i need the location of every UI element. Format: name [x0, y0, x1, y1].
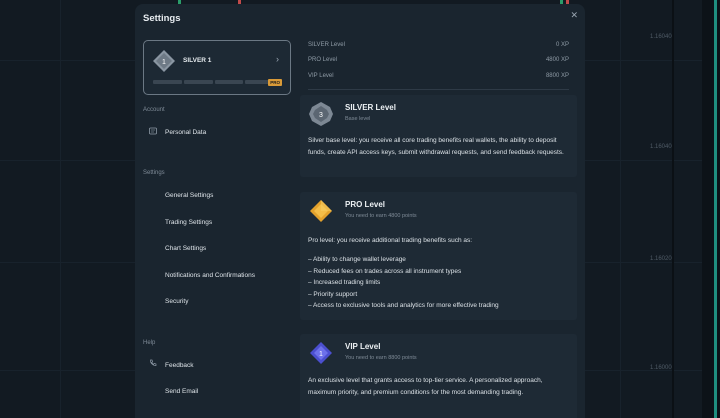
list-item: – Reduced fees on trades across all inst…	[308, 267, 462, 275]
sidebar-item-trading-settings[interactable]: Trading Settings	[165, 219, 212, 226]
sidebar-item-notifications[interactable]: Notifications and Confirmations	[165, 272, 255, 279]
settings-sidebar: 1 SILVER 1 › PRO Account Personal Data S…	[135, 32, 297, 418]
level-card-name: SILVER 1	[183, 57, 212, 64]
levels-content: SILVER Level 0 XP PRO Level 4800 XP VIP …	[300, 32, 577, 418]
xp-level-value: 4800 XP	[545, 57, 569, 63]
progress-segment	[153, 80, 182, 84]
grid-line	[60, 0, 61, 418]
grid-line	[620, 0, 621, 418]
progress-segment	[183, 80, 213, 84]
price-tick: 1.16020	[650, 256, 672, 262]
level-card-badge-number: 1	[162, 59, 166, 66]
vip-level-subtitle: You need to earn 8800 points	[345, 355, 417, 361]
section-label-help: Help	[143, 340, 156, 346]
xp-row: PRO Level 4800 XP	[308, 57, 569, 63]
sidebar-item-general-settings[interactable]: General Settings	[165, 192, 213, 199]
xp-level-name: VIP Level	[308, 73, 334, 79]
pro-level-icon	[308, 198, 334, 224]
list-item: – Ability to change wallet leverage	[308, 256, 406, 263]
xp-row: SILVER Level 0 XP	[308, 42, 569, 48]
price-tick: 1.16040	[650, 34, 672, 40]
xp-level-value: 8800 XP	[545, 73, 569, 79]
level-progress-bar	[153, 80, 274, 84]
silver-level-subtitle: Base level	[345, 116, 371, 122]
list-item: – Access to exclusive tools and analytic…	[308, 302, 499, 309]
id-card-icon	[149, 127, 157, 137]
vip-level-title: VIP Level	[345, 342, 381, 351]
silver-level-badge-icon: 1	[153, 50, 175, 72]
xp-level-name: SILVER Level	[308, 42, 345, 48]
vip-level-badge-number: 1	[319, 351, 323, 358]
silver-level-badge-number: 3	[319, 112, 323, 119]
silver-level-description: Silver base level: you receive all core …	[308, 137, 564, 156]
price-tick: 1.16040	[650, 144, 672, 150]
xp-level-value: 0 XP	[555, 42, 569, 48]
phone-icon	[149, 359, 157, 369]
pro-benefits-list: – Ability to change wallet leverage – Re…	[308, 254, 571, 312]
settings-modal: Settings ✕ 1 SILVER 1 › PRO Account Pers…	[135, 4, 585, 418]
pro-level-block: PRO Level You need to earn 4800 points P…	[300, 192, 577, 320]
sidebar-item-send-email[interactable]: Send Email	[165, 388, 198, 395]
xp-level-name: PRO Level	[308, 57, 338, 63]
section-label-settings: Settings	[143, 170, 165, 176]
close-icon[interactable]: ✕	[570, 10, 578, 21]
price-tick: 1.16000	[650, 365, 672, 371]
vip-level-description: An exclusive level that grants access to…	[308, 377, 543, 396]
price-axis-indicator	[714, 0, 717, 418]
pro-level-intro: Pro level: you receive additional tradin…	[308, 237, 473, 244]
vip-level-block: 1 VIP Level You need to earn 8800 points…	[300, 334, 577, 418]
level-card[interactable]: 1 SILVER 1 › PRO	[143, 40, 291, 95]
pro-level-title: PRO Level	[345, 200, 386, 209]
chevron-right-icon: ›	[276, 54, 279, 64]
chart-divider	[672, 0, 674, 418]
sidebar-item-chart-settings[interactable]: Chart Settings	[165, 245, 206, 252]
divider	[308, 89, 569, 90]
sidebar-item-feedback[interactable]: Feedback	[165, 362, 194, 369]
modal-title: Settings	[143, 13, 181, 24]
pro-level-subtitle: You need to earn 4800 points	[345, 213, 417, 219]
price-axis[interactable]	[702, 0, 720, 418]
section-label-account: Account	[143, 107, 165, 113]
sidebar-item-personal-data[interactable]: Personal Data	[165, 129, 206, 136]
sidebar-item-security[interactable]: Security	[165, 298, 188, 305]
list-item: – Increased trading limits	[308, 279, 381, 286]
silver-level-title: SILVER Level	[345, 103, 396, 112]
pro-badge: PRO	[268, 79, 282, 86]
list-item: – Priority support	[308, 290, 358, 298]
silver-level-block: 3 SILVER Level Base level Silver base le…	[300, 95, 577, 177]
progress-segment	[214, 80, 244, 84]
vip-level-icon: 1	[308, 340, 334, 366]
silver-level-icon: 3	[308, 101, 334, 127]
xp-row: VIP Level 8800 XP	[308, 73, 569, 79]
